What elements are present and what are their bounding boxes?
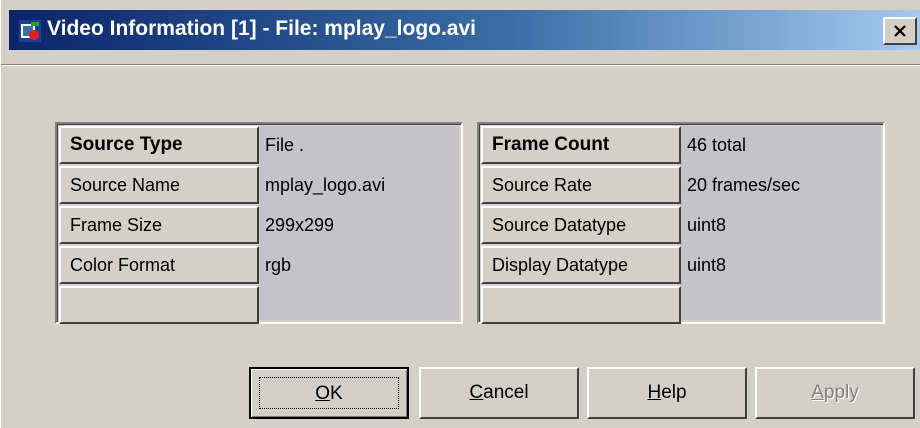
display-datatype-value: uint8 xyxy=(687,255,727,275)
window-title: Video Information [1] - File: mplay_logo… xyxy=(47,17,477,40)
source-rate-label[interactable]: Source Rate xyxy=(481,166,681,204)
frame-count-value: 46 total xyxy=(687,135,747,155)
close-button[interactable] xyxy=(883,17,917,45)
display-datatype-label[interactable]: Display Datatype xyxy=(481,246,681,284)
frame-size-label[interactable]: Frame Size xyxy=(59,206,259,244)
color-format-label[interactable]: Color Format xyxy=(59,246,259,284)
frame-count-label[interactable]: Frame Count xyxy=(481,126,681,164)
empty-label-cell xyxy=(59,286,259,324)
title-separator xyxy=(1,64,920,66)
ok-button[interactable]: OK xyxy=(249,367,409,419)
source-info-panel: Source Type File . Source Name mplay_log… xyxy=(55,122,463,324)
focus-rectangle: OK xyxy=(259,377,399,409)
source-type-value: File . xyxy=(265,135,305,155)
cancel-button[interactable]: Cancel xyxy=(419,367,579,419)
title-bar[interactable]: Video Information [1] - File: mplay_logo… xyxy=(9,10,920,50)
source-name-label[interactable]: Source Name xyxy=(59,166,259,204)
help-button[interactable]: Help xyxy=(587,367,747,419)
frame-info-panel: Frame Count 46 total Source Rate 20 fram… xyxy=(477,122,885,324)
apply-button[interactable]: Apply xyxy=(755,367,915,419)
app-icon xyxy=(19,20,41,42)
close-icon xyxy=(894,25,906,37)
color-format-value: rgb xyxy=(265,255,292,275)
source-type-label[interactable]: Source Type xyxy=(59,126,259,164)
source-datatype-value: uint8 xyxy=(687,215,727,235)
video-information-dialog: Video Information [1] - File: mplay_logo… xyxy=(0,0,920,428)
frame-size-value: 299x299 xyxy=(265,215,335,235)
source-rate-value: 20 frames/sec xyxy=(687,175,801,195)
source-name-value: mplay_logo.avi xyxy=(265,175,386,195)
source-datatype-label[interactable]: Source Datatype xyxy=(481,206,681,244)
empty-label-cell xyxy=(481,286,681,324)
